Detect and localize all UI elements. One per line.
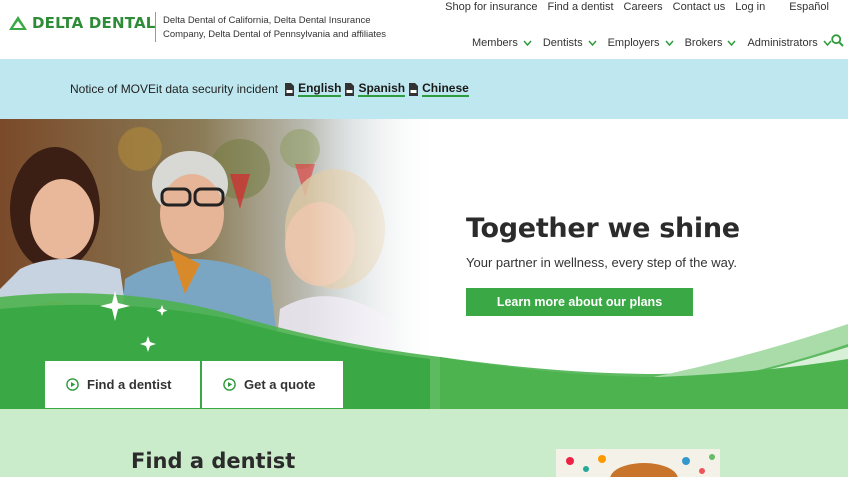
nav-administrators[interactable]: Administrators <box>747 37 832 49</box>
hero-subtitle: Your partner in wellness, every step of … <box>466 255 737 270</box>
play-circle-icon <box>223 378 236 391</box>
nav-brokers[interactable]: Brokers <box>685 37 737 49</box>
nav-dentists-label: Dentists <box>542 37 583 49</box>
hero-section: Together we shine Your partner in wellne… <box>0 119 848 409</box>
notice-link-english[interactable]: English <box>284 80 342 97</box>
search-icon[interactable] <box>831 34 844 47</box>
notice-link-english-label: English <box>298 80 342 97</box>
nav-brokers-label: Brokers <box>684 37 723 49</box>
nav-log-in[interactable]: Log in <box>730 0 770 14</box>
find-a-dentist-cta[interactable]: Find a dentist <box>45 361 200 408</box>
chevron-down-icon <box>664 40 674 46</box>
nav-members[interactable]: Members <box>472 37 532 49</box>
notice-link-spanish[interactable]: Spanish <box>344 80 406 97</box>
nav-contact-us[interactable]: Contact us <box>668 0 731 14</box>
learn-more-plans-button[interactable]: Learn more about our plans <box>466 288 693 316</box>
section-title: Find a dentist <box>131 449 296 473</box>
chevron-down-icon <box>588 40 597 46</box>
nav-employers-label: Employers <box>607 37 660 49</box>
section-illustration <box>556 449 720 477</box>
chevron-down-icon <box>727 40 737 46</box>
play-circle-icon <box>66 378 79 391</box>
security-notice-bar: Notice of MOVEit data security incident … <box>0 59 848 119</box>
nav-careers[interactable]: Careers <box>619 0 668 14</box>
chevron-down-icon <box>523 40 532 46</box>
logo-divider <box>155 12 156 42</box>
nav-employers[interactable]: Employers <box>608 37 674 49</box>
find-a-dentist-cta-label: Find a dentist <box>87 377 172 392</box>
hero-title: Together we shine <box>466 213 740 244</box>
notice-link-chinese-label: Chinese <box>422 80 469 97</box>
delta-logo-icon <box>9 16 27 30</box>
utility-nav: Shop for insurance Find a dentist Career… <box>440 0 834 14</box>
logo-caption: Delta Dental of California, Delta Dental… <box>163 15 387 40</box>
logo-text: DELTA DENTAL <box>32 14 156 32</box>
notice-text: Notice of MOVEit data security incident <box>70 82 279 96</box>
nav-members-label: Members <box>472 37 518 49</box>
notice-link-chinese[interactable]: Chinese <box>408 80 469 97</box>
find-dentist-section: Find a dentist <box>0 409 848 477</box>
get-a-quote-cta-label: Get a quote <box>244 377 316 392</box>
nav-dentists[interactable]: Dentists <box>543 37 597 49</box>
nav-shop-for-insurance[interactable]: Shop for insurance <box>440 0 542 14</box>
nav-find-a-dentist[interactable]: Find a dentist <box>542 0 618 14</box>
delta-dental-logo[interactable]: DELTA DENTAL <box>8 14 156 32</box>
get-a-quote-cta[interactable]: Get a quote <box>202 361 343 408</box>
notice-link-spanish-label: Spanish <box>358 80 406 97</box>
pdf-icon <box>409 82 419 96</box>
pdf-icon <box>345 82 355 96</box>
main-nav: Members Dentists Employers Brokers Admin… <box>472 37 843 49</box>
site-header: DELTA DENTAL Delta Dental of California,… <box>0 0 848 59</box>
pdf-icon <box>285 82 295 96</box>
language-toggle[interactable]: Español <box>784 0 834 14</box>
nav-administrators-label: Administrators <box>747 37 818 49</box>
